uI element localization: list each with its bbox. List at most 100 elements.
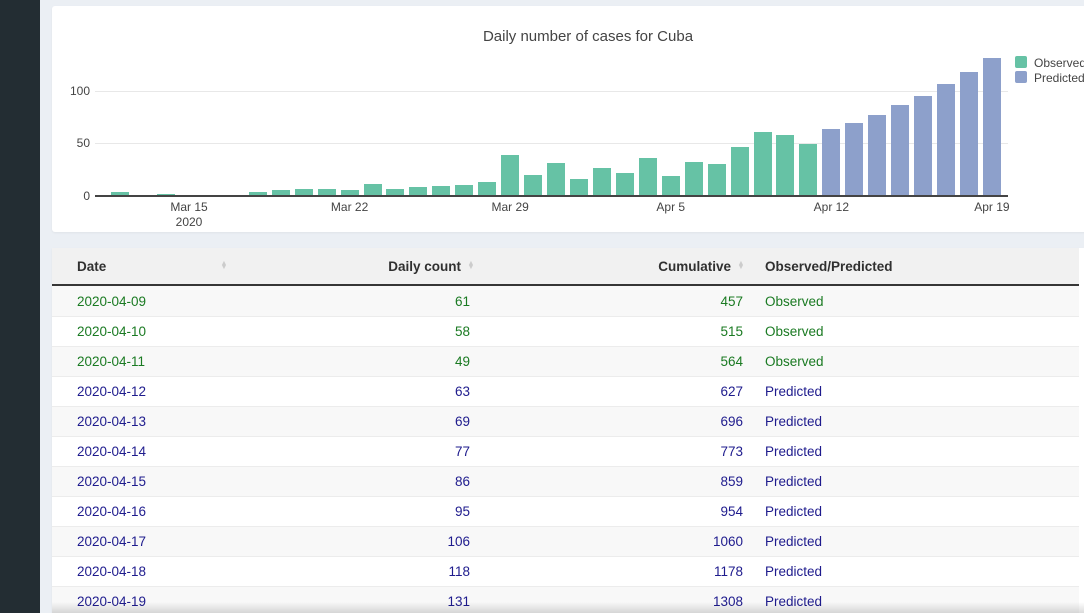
bar-predicted-2020-04-17[interactable] (937, 84, 955, 195)
cell-daily-count: 118 (262, 557, 478, 586)
column-header-date[interactable]: Date ▲▼ (52, 248, 262, 284)
cell-cumulative: 859 (478, 467, 748, 496)
bar-observed-2020-03-31[interactable] (547, 163, 565, 195)
y-axis-tick-100: 100 (52, 84, 90, 98)
bar-observed-2020-04-05[interactable] (662, 176, 680, 196)
table-body: 2020-04-0961457Observed2020-04-1058515Ob… (52, 286, 1084, 613)
table-row: 2020-04-1586859Predicted (52, 466, 1084, 496)
legend-label: Observed (1034, 56, 1084, 70)
bar-observed-2020-04-01[interactable] (570, 179, 588, 196)
legend-item-observed[interactable]: Observed (1015, 56, 1084, 69)
cell-status: Observed (748, 317, 1084, 346)
bar-observed-2020-04-10[interactable] (776, 135, 794, 196)
sort-icon[interactable]: ▲▼ (465, 262, 477, 271)
y-axis-tick-0: 0 (52, 189, 90, 203)
table-row: 2020-04-1369696Predicted (52, 406, 1084, 436)
x-tick-label: Mar 15 (170, 200, 207, 215)
bar-observed-2020-04-06[interactable] (685, 162, 703, 196)
app-sidebar (0, 0, 40, 613)
table-row: 2020-04-0961457Observed (52, 286, 1084, 316)
table-row: 2020-04-171061060Predicted (52, 526, 1084, 556)
cell-date: 2020-04-18 (52, 557, 262, 586)
cases-table-card: Date▲▼Daily count▲▼Cumulative▲▼Observed/… (52, 248, 1084, 613)
bar-observed-2020-03-29[interactable] (501, 155, 519, 196)
bar-predicted-2020-04-14[interactable] (868, 115, 886, 196)
cell-status: Observed (748, 347, 1084, 376)
x-tick-label: Mar 29 (491, 200, 528, 215)
table-row: 2020-04-1149564Observed (52, 346, 1084, 376)
cell-cumulative: 457 (478, 286, 748, 316)
cell-cumulative: 564 (478, 347, 748, 376)
legend-swatch-observed (1015, 56, 1027, 68)
column-header-daily-count[interactable]: Daily count ▲▼ (262, 248, 478, 284)
cell-cumulative: 1178 (478, 557, 748, 586)
bar-predicted-2020-04-18[interactable] (960, 72, 978, 196)
cell-status: Predicted (748, 437, 1084, 466)
x-tick-label: Apr 19 (974, 200, 1009, 215)
x-tick-sublabel: 2020 (170, 215, 207, 230)
sort-icon[interactable]: ▲▼ (218, 262, 230, 271)
bar-predicted-2020-04-12[interactable] (822, 129, 840, 195)
cell-cumulative: 773 (478, 437, 748, 466)
table-scrollbar-track[interactable] (1079, 248, 1084, 613)
cell-date: 2020-04-14 (52, 437, 262, 466)
cell-daily-count: 61 (262, 286, 478, 316)
cell-cumulative: 954 (478, 497, 748, 526)
cell-date: 2020-04-12 (52, 377, 262, 406)
cell-date: 2020-04-17 (52, 527, 262, 556)
cell-daily-count: 69 (262, 407, 478, 436)
cell-date: 2020-04-09 (52, 286, 262, 316)
bar-observed-2020-04-11[interactable] (799, 144, 817, 195)
x-tick-label: Mar 22 (331, 200, 368, 215)
bar-observed-2020-04-02[interactable] (593, 168, 611, 195)
column-header-cumulative[interactable]: Cumulative ▲▼ (478, 248, 748, 284)
cell-status: Predicted (748, 377, 1084, 406)
table-row: 2020-04-1477773Predicted (52, 436, 1084, 466)
cell-cumulative: 696 (478, 407, 748, 436)
bar-predicted-2020-04-16[interactable] (914, 96, 932, 196)
bar-observed-2020-04-07[interactable] (708, 164, 726, 195)
cell-daily-count: 86 (262, 467, 478, 496)
column-header-label: Date (77, 259, 106, 274)
bottom-scroll-fade (52, 602, 1084, 613)
x-axis-tick-2020-04-19: Apr 19 (974, 200, 1009, 215)
cell-cumulative: 627 (478, 377, 748, 406)
cell-status: Predicted (748, 527, 1084, 556)
column-header-label: Cumulative (658, 259, 731, 274)
legend-swatch-predicted (1015, 71, 1027, 83)
sort-desc-arrow: ▼ (468, 266, 475, 271)
table-row: 2020-04-1695954Predicted (52, 496, 1084, 526)
daily-cases-chart: Daily number of cases for Cuba 050100Mar… (52, 6, 1084, 232)
bar-observed-2020-03-30[interactable] (524, 175, 542, 196)
bar-predicted-2020-04-19[interactable] (983, 58, 1001, 195)
bar-observed-2020-04-04[interactable] (639, 158, 657, 196)
x-axis-tick-2020-03-22: Mar 22 (331, 200, 368, 215)
bar-observed-2020-03-28[interactable] (478, 182, 496, 196)
cell-date: 2020-04-13 (52, 407, 262, 436)
cell-daily-count: 106 (262, 527, 478, 556)
bar-predicted-2020-04-15[interactable] (891, 105, 909, 195)
bar-observed-2020-04-03[interactable] (616, 173, 634, 195)
sort-desc-arrow: ▼ (221, 266, 228, 271)
bar-observed-2020-04-08[interactable] (731, 147, 749, 195)
x-axis-tick-2020-03-15: Mar 152020 (170, 200, 207, 230)
bar-observed-2020-04-09[interactable] (754, 132, 772, 196)
column-header-label: Daily count (388, 259, 461, 274)
table-header-row: Date▲▼Daily count▲▼Cumulative▲▼Observed/… (52, 248, 1084, 286)
x-axis-line (95, 195, 1008, 197)
legend-item-predicted[interactable]: Predicted (1015, 71, 1084, 84)
cell-date: 2020-04-15 (52, 467, 262, 496)
cell-status: Predicted (748, 497, 1084, 526)
cell-status: Predicted (748, 407, 1084, 436)
bar-predicted-2020-04-13[interactable] (845, 123, 863, 195)
y-axis-tick-50: 50 (52, 136, 90, 150)
x-tick-label: Apr 12 (814, 200, 849, 215)
cell-cumulative: 515 (478, 317, 748, 346)
x-tick-label: Apr 5 (656, 200, 685, 215)
cell-date: 2020-04-11 (52, 347, 262, 376)
cell-status: Predicted (748, 557, 1084, 586)
cell-status: Observed (748, 286, 1084, 316)
sort-icon[interactable]: ▲▼ (735, 262, 747, 271)
cell-daily-count: 58 (262, 317, 478, 346)
cell-daily-count: 95 (262, 497, 478, 526)
